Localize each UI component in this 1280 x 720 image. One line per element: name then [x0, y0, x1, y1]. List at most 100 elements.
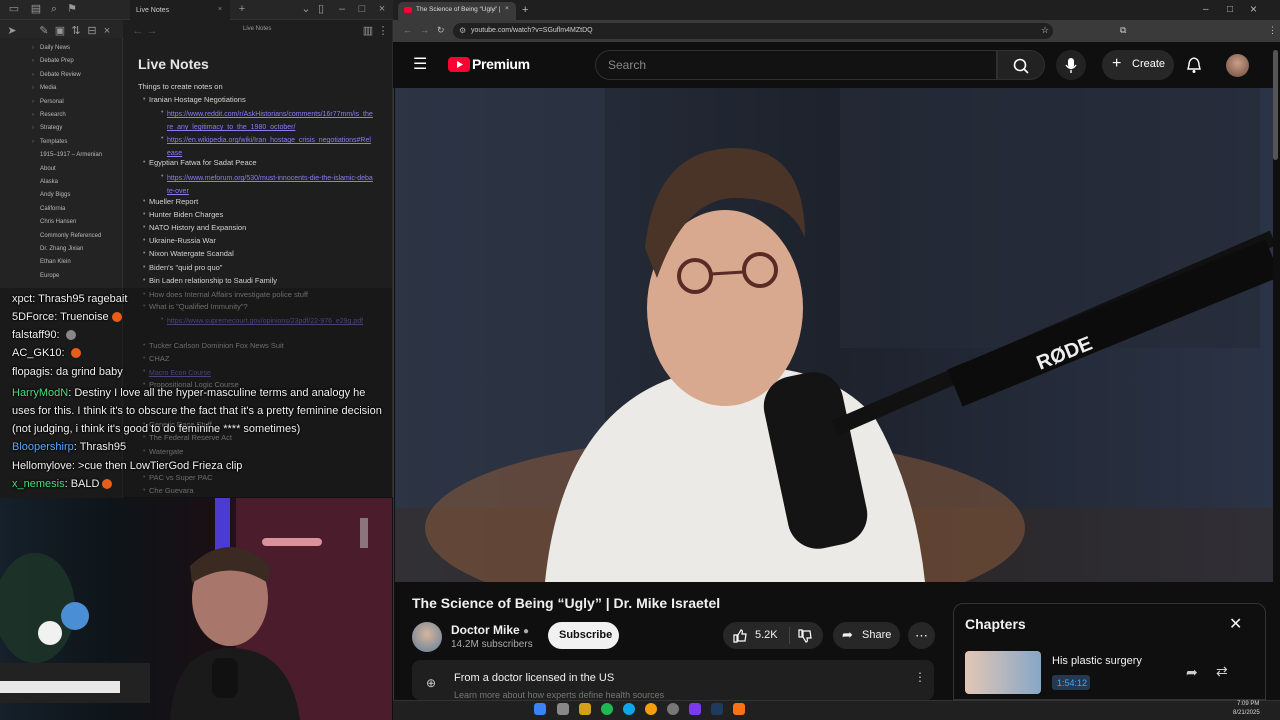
- share-arrow-icon[interactable]: ➦: [1186, 664, 1198, 681]
- notice-link[interactable]: Learn more about how experts define heal…: [454, 690, 664, 700]
- collapse-icon[interactable]: ⊟: [86, 25, 98, 37]
- file-tree-item[interactable]: Strategy: [40, 125, 62, 131]
- repeat-icon[interactable]: ⇄: [1216, 663, 1228, 680]
- file-tree-item[interactable]: Daily News: [40, 45, 70, 51]
- tab-live-notes[interactable]: Live Notes ×: [130, 0, 230, 20]
- close-window-icon[interactable]: ×: [376, 3, 388, 15]
- search-icon[interactable]: [557, 703, 569, 715]
- search-button[interactable]: [997, 50, 1045, 80]
- more-options-icon[interactable]: ⋮: [377, 25, 389, 37]
- browser-tab-youtube[interactable]: The Science of Being “Ugly” | ♪ ×: [398, 2, 516, 20]
- file-tree-item[interactable]: About: [40, 166, 56, 172]
- chat-username[interactable]: flopagis: [12, 366, 50, 378]
- thumbs-down-icon[interactable]: [797, 628, 813, 644]
- note-link[interactable]: https://www.reddit.com/r/AskHistorians/c…: [167, 108, 373, 134]
- scrollbar-thumb[interactable]: [1273, 50, 1278, 160]
- clock-date[interactable]: 8/21/2025: [1233, 710, 1260, 716]
- forward-arrow-icon[interactable]: →: [146, 25, 158, 37]
- maximize-icon[interactable]: □: [356, 3, 368, 15]
- file-tree-item[interactable]: Research: [40, 112, 66, 118]
- account-avatar[interactable]: [1226, 54, 1249, 77]
- chevron-right-icon[interactable]: ›: [32, 72, 34, 78]
- chrome-icon[interactable]: [645, 703, 657, 715]
- thumbs-up-icon[interactable]: [732, 628, 748, 644]
- chevron-right-icon[interactable]: ›: [32, 125, 34, 131]
- new-tab-icon[interactable]: +: [236, 3, 248, 15]
- file-tree-item[interactable]: Templates: [40, 139, 67, 145]
- file-tree-item[interactable]: Andy Biggs: [40, 192, 70, 198]
- file-tree-item[interactable]: Debate Prep: [40, 58, 74, 64]
- subscribe-button[interactable]: Subscribe: [548, 622, 619, 649]
- forward-arrow-icon[interactable]: →: [420, 25, 429, 35]
- back-arrow-icon[interactable]: ←: [403, 25, 412, 35]
- chevron-down-icon[interactable]: ⌄: [300, 3, 312, 15]
- folder-icon[interactable]: ▤: [30, 3, 42, 15]
- audio-icon[interactable]: ♪: [493, 6, 496, 13]
- minimize-icon[interactable]: –: [1203, 4, 1209, 15]
- spotify-icon[interactable]: [601, 703, 613, 715]
- close-window-icon[interactable]: ×: [1250, 2, 1257, 16]
- notifications-bell-icon[interactable]: [1186, 56, 1202, 77]
- chapter-name[interactable]: His plastic surgery: [1052, 655, 1142, 667]
- clock-time[interactable]: 7:09 PM: [1237, 701, 1259, 707]
- file-tree-item[interactable]: Alaska: [40, 179, 58, 185]
- menu-icon[interactable]: ☰: [413, 54, 427, 74]
- new-note-icon[interactable]: ✎: [38, 25, 50, 37]
- chevron-right-icon[interactable]: ›: [32, 58, 34, 64]
- browser-menu-icon[interactable]: ⋮: [1268, 25, 1277, 36]
- reload-icon[interactable]: ↻: [437, 25, 445, 36]
- channel-avatar[interactable]: [412, 622, 442, 652]
- file-tree-item[interactable]: Media: [40, 85, 56, 91]
- chat-username[interactable]: falstaff90: [12, 329, 56, 341]
- chat-username[interactable]: Hellomylove: [12, 460, 72, 472]
- extensions-icon[interactable]: ⧉: [1120, 25, 1126, 36]
- site-info-icon[interactable]: ⚙: [459, 26, 466, 35]
- close-icon[interactable]: ✕: [1229, 614, 1242, 634]
- start-icon[interactable]: [534, 703, 546, 715]
- sort-icon[interactable]: ⇅: [70, 25, 82, 37]
- edge-icon[interactable]: [623, 703, 635, 715]
- chat-username[interactable]: xpct: [12, 293, 32, 305]
- chat-username[interactable]: HarryModN: [12, 387, 68, 399]
- maximize-icon[interactable]: □: [1227, 4, 1233, 15]
- file-tree-item[interactable]: Personal: [40, 99, 64, 105]
- youtube-logo-icon[interactable]: [448, 57, 470, 72]
- new-tab-icon[interactable]: +: [522, 4, 528, 16]
- sidebar-toggle-icon[interactable]: ▭: [8, 3, 20, 15]
- steam-icon[interactable]: [711, 703, 723, 715]
- reading-view-icon[interactable]: ▥: [362, 25, 374, 37]
- chapter-thumbnail[interactable]: [965, 651, 1041, 694]
- settings-app-icon[interactable]: [733, 703, 745, 715]
- notice-menu-icon[interactable]: ⋮: [914, 670, 926, 684]
- obsidian-icon[interactable]: [689, 703, 701, 715]
- file-tree-item[interactable]: Chris Hansen: [40, 219, 76, 225]
- close-icon[interactable]: ×: [101, 25, 113, 37]
- back-arrow-icon[interactable]: ←: [132, 25, 144, 37]
- search-input[interactable]: Search: [595, 50, 997, 80]
- close-tab-icon[interactable]: ×: [218, 6, 222, 13]
- file-tree-item[interactable]: California: [40, 206, 65, 212]
- note-link[interactable]: https://www.meforum.org/530/must-innocen…: [167, 172, 373, 198]
- file-tree-item[interactable]: 1915–1917 – Armenian: [40, 152, 102, 158]
- youtube-brand[interactable]: Premium: [472, 56, 530, 72]
- channel-name[interactable]: Doctor Mike ●: [451, 623, 529, 637]
- minimize-icon[interactable]: –: [336, 3, 348, 15]
- app-icon[interactable]: [667, 703, 679, 715]
- video-player[interactable]: RØDE: [395, 88, 1273, 582]
- more-actions-button[interactable]: ⋯: [908, 622, 935, 649]
- split-icon[interactable]: ▯: [315, 3, 327, 15]
- chat-username[interactable]: AC_GK10: [12, 347, 62, 359]
- chevron-right-icon[interactable]: ›: [32, 45, 34, 51]
- file-tree-item[interactable]: Ethan Klein: [40, 259, 71, 265]
- send-icon[interactable]: ➤: [6, 25, 18, 37]
- new-folder-icon[interactable]: ▣: [54, 25, 66, 37]
- bookmark-star-icon[interactable]: ☆: [1041, 25, 1049, 36]
- file-tree-item[interactable]: Debate Review: [40, 72, 81, 78]
- close-tab-icon[interactable]: ×: [505, 5, 509, 12]
- file-tree-item[interactable]: Commonly Referenced: [40, 233, 101, 239]
- chevron-right-icon[interactable]: ›: [32, 99, 34, 105]
- file-tree-item[interactable]: Dr. Zhang Jixian: [40, 246, 83, 252]
- chevron-right-icon[interactable]: ›: [32, 85, 34, 91]
- voice-search-button[interactable]: [1056, 50, 1086, 80]
- chat-username[interactable]: x_nemesis: [12, 478, 65, 490]
